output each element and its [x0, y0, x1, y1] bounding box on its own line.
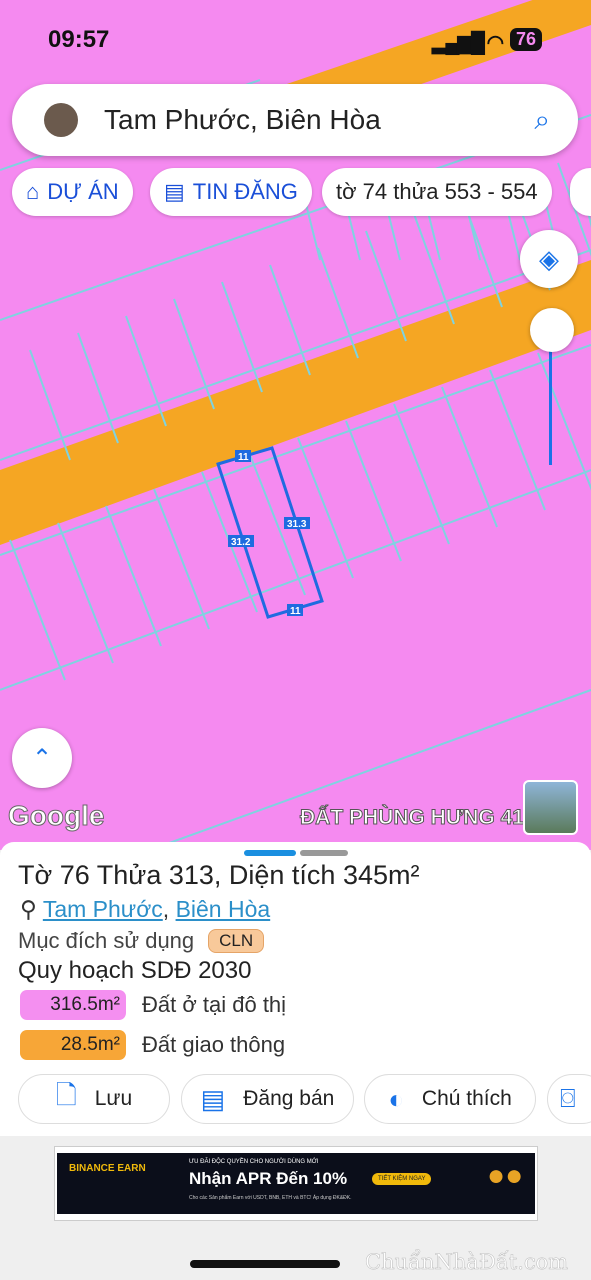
save-button[interactable]: 🗋 Lưu [18, 1074, 170, 1124]
listing-icon: ▤ [164, 179, 185, 204]
legend-item: 28.5m² Đất giao thông [20, 1030, 285, 1060]
chip-label: DỰ ÁN [47, 179, 119, 204]
ad-brand: BINANCE EARN [69, 1163, 146, 1174]
map-watermark: ĐẤT PHÙNG HƯNG 419 [300, 806, 537, 830]
avatar[interactable] [44, 103, 78, 137]
parcel-boundary [269, 264, 311, 376]
parcel-boundary [105, 505, 162, 647]
expand-button[interactable]: ⌃ [12, 728, 72, 788]
chip-recent-search[interactable]: tờ 74 thửa 553 - 554 [322, 168, 552, 216]
camera-button[interactable]: ⌼ [547, 1074, 591, 1124]
search-icon[interactable]: ⌕ [534, 104, 550, 137]
parcel-boundary [77, 332, 119, 444]
parcel-boundary [221, 281, 263, 393]
post-icon: ▤ [200, 1083, 226, 1114]
purpose-badge: CLN [208, 929, 265, 953]
parcel-boundary [125, 315, 167, 427]
parcel-boundary [173, 298, 215, 410]
parcel-title: Tờ 76 Thửa 313, Diện tích 345m² [18, 860, 420, 890]
parcel-boundary [441, 386, 498, 528]
page-indicator-active[interactable] [244, 850, 296, 856]
parcel-boundary [153, 488, 210, 630]
search-input[interactable]: Tam Phước, Biên Hòa [104, 104, 534, 136]
edge-label: 11 [238, 452, 249, 463]
button-label: Đăng bán [243, 1087, 335, 1110]
home-indicator[interactable] [190, 1260, 340, 1268]
parcel-boundary [489, 369, 546, 511]
edge-label: 31.2 [231, 537, 251, 548]
coins-icon: ●● [487, 1159, 524, 1192]
plan-heading: Quy hoạch SDĐ 2030 [18, 957, 252, 984]
map[interactable]: 11 31.2 31.3 11 09:57 ▂▄▆█ ◠ 76 Tam Phướ… [0, 0, 591, 850]
ad-kicker: ƯU ĐÃI ĐỘC QUYỀN CHO NGƯỜI DÙNG MỚI [189, 1159, 319, 1165]
parcel-boundary [57, 522, 114, 664]
layers-icon: ◈ [539, 243, 559, 274]
legend-label: Đất giao thông [142, 1032, 286, 1057]
search-bar[interactable]: Tam Phước, Biên Hòa ⌕ [12, 84, 578, 156]
parcel-boundary [413, 213, 455, 325]
ad-headline: Nhận APR Đến 10% [189, 1169, 348, 1188]
legend-area: 316.5m² [20, 990, 126, 1020]
street-view-thumbnail[interactable] [523, 780, 578, 835]
opacity-slider-track[interactable] [549, 340, 552, 465]
edge-label: 31.3 [287, 519, 307, 530]
parcel-boundary [365, 230, 407, 342]
legend-item: 316.5m² Đất ở tại đô thị [20, 990, 286, 1020]
chip-tin-dang[interactable]: ▤ TIN ĐĂNG [150, 168, 312, 216]
contrast-icon: ◐ [388, 1083, 404, 1114]
layers-button[interactable]: ◈ [520, 230, 578, 288]
site-watermark: ChuẩnNhàĐất.com [365, 1250, 569, 1275]
camera-icon: ⌼ [560, 1083, 576, 1113]
parcel-boundary [345, 420, 402, 562]
selected-parcel[interactable] [216, 446, 324, 619]
signal-icon: ▂▄▆█ ◠ [432, 32, 504, 54]
edge-label: 11 [290, 606, 301, 617]
ward-link[interactable]: Tam Phước [43, 896, 163, 922]
legend-label: Đất ở tại đô thị [142, 992, 287, 1017]
file-add-icon: 🗋 [55, 1080, 77, 1110]
ad-cta[interactable]: TIẾT KIỆM NGAY [372, 1173, 432, 1185]
parcel-boundary [9, 539, 66, 681]
ad-banner[interactable]: BINANCE EARN ƯU ĐÃI ĐỘC QUYỀN CHO NGƯỜI … [54, 1146, 538, 1221]
chip-du-an[interactable]: ⌂ DỰ ÁN [12, 168, 133, 216]
parcel-boundary [29, 349, 71, 461]
status-bar: 09:57 ▂▄▆█ ◠ 76 [0, 22, 591, 58]
legend-button[interactable]: ◐ Chú thích [364, 1074, 536, 1124]
purpose-label: Mục đích sử dụng [18, 928, 195, 953]
clock: 09:57 [48, 26, 110, 53]
chip-label: TIN ĐĂNG [192, 179, 298, 204]
opacity-slider-handle[interactable] [530, 308, 574, 352]
chevron-up-icon: ⌃ [31, 744, 53, 772]
parcel-boundary [393, 403, 450, 545]
parcel-boundary [317, 247, 359, 359]
chip-label: tờ 74 thửa 553 - 554 [336, 179, 538, 204]
parcel-info-sheet: Tờ 76 Thửa 313, Diện tích 345m² ⚲ Tam Ph… [0, 842, 591, 1136]
ad-subtext: Cho các Sản phẩm Earn với USDT, BNB, ETH… [189, 1195, 352, 1201]
post-sale-button[interactable]: ▤ Đăng bán [181, 1074, 354, 1124]
google-logo: Google [7, 800, 105, 832]
home-icon: ⌂ [26, 179, 40, 204]
location: ⚲ Tam Phước, Biên Hòa [20, 896, 271, 922]
button-label: Chú thích [421, 1087, 512, 1110]
pin-icon: ⚲ [20, 896, 43, 922]
button-label: Lưu [94, 1087, 133, 1110]
battery-icon: 76 [510, 28, 543, 51]
legend-area: 28.5m² [20, 1030, 126, 1060]
city-link[interactable]: Biên Hòa [176, 896, 271, 922]
page-indicator[interactable] [300, 850, 348, 856]
